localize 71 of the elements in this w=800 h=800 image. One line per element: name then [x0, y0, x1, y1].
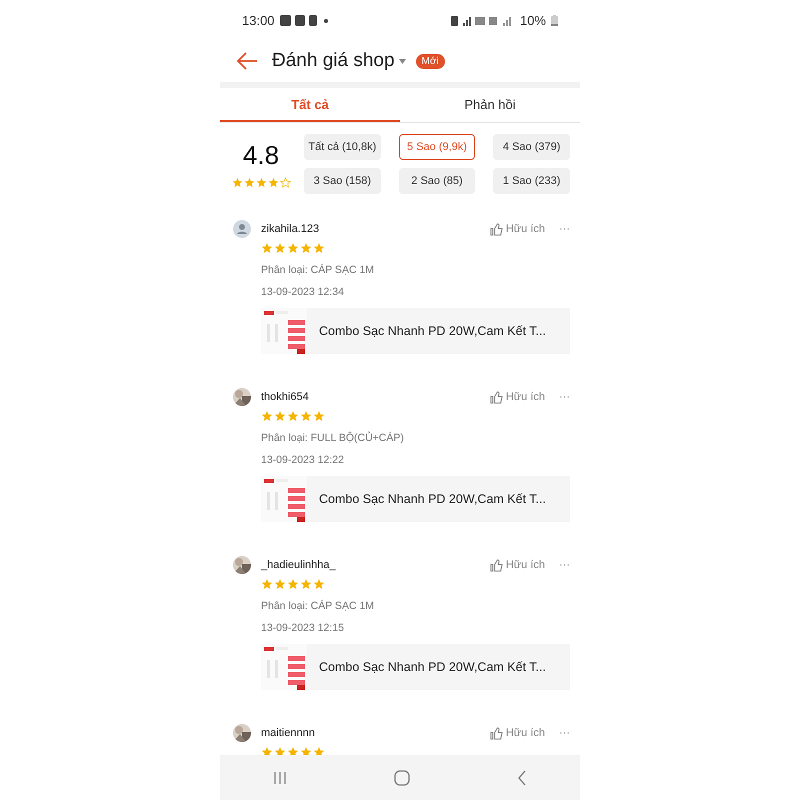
new-badge: Mới [416, 54, 445, 68]
rating-score: 4.8 [242, 140, 280, 171]
filter-chip[interactable]: 5 Sao (9,9k) [398, 134, 476, 160]
star-icon [300, 578, 312, 590]
star-icon [256, 177, 266, 188]
helpful-button[interactable]: Hữu ích [490, 222, 545, 236]
recent-apps-icon [273, 770, 288, 784]
back-icon [516, 770, 527, 786]
review-date: 13-09-2023 12:15 [261, 622, 345, 634]
more-button[interactable]: ··· [559, 727, 570, 739]
star-icon [300, 746, 312, 755]
star-icon [268, 177, 278, 188]
star-icon [261, 746, 273, 755]
more-button[interactable]: ··· [559, 223, 570, 235]
review-date: 13-09-2023 12:34 [261, 286, 345, 298]
variation-text: Phân loại: FULL BỘ(CỦ+CÁP) [261, 432, 405, 444]
helpful-button[interactable]: Hữu ích [490, 558, 545, 572]
star-icon [274, 410, 286, 422]
star-icon [313, 242, 325, 254]
star-icon [274, 242, 286, 254]
star-icon [300, 242, 312, 254]
star-icon [261, 410, 273, 422]
star-icon [287, 746, 299, 755]
page-title[interactable]: Đánh giá shop [272, 50, 395, 72]
dropdown-caret-icon[interactable] [398, 58, 406, 64]
helpful-button[interactable]: Hữu ích [490, 726, 545, 740]
filter-chip[interactable]: 4 Sao (379) [493, 134, 570, 160]
star-icon [287, 578, 299, 590]
filter-chip[interactable]: 1 Sao (233) [493, 168, 570, 194]
username: thokhi654 [261, 391, 310, 403]
review-date: 13-09-2023 12:22 [261, 454, 345, 466]
product-name: Combo Sạc Nhanh PD 20W,Cam Kết T... [319, 324, 546, 338]
more-button[interactable]: ··· [559, 391, 570, 403]
variation-text: Phân loại: CÁP SẠC 1M [261, 600, 376, 612]
star-icon [244, 177, 254, 188]
filter-chip[interactable]: 2 Sao (85) [398, 168, 476, 194]
thumbs-up-icon [490, 558, 503, 572]
helpful-button[interactable]: Hữu ích [490, 390, 545, 404]
filter-chip[interactable]: Tất cả (10,8k) [304, 134, 381, 160]
product-card[interactable]: Combo Sạc Nhanh PD 20W,Cam Kết T... [261, 308, 570, 354]
username: _hadieulinhha_ [261, 559, 337, 571]
thumbs-up-icon [490, 222, 503, 236]
star-icon [261, 578, 273, 590]
home-icon [394, 770, 410, 786]
star-icon [313, 746, 325, 755]
username: zikahila.123 [261, 223, 320, 235]
product-card[interactable]: Combo Sạc Nhanh PD 20W,Cam Kết T... [261, 644, 570, 690]
product-name: Combo Sạc Nhanh PD 20W,Cam Kết T... [319, 660, 546, 674]
star-icon [313, 578, 325, 590]
product-name: Combo Sạc Nhanh PD 20W,Cam Kết T... [319, 492, 546, 506]
battery-icon [551, 14, 558, 26]
avatar-icon [233, 220, 251, 238]
star-icon [232, 177, 242, 188]
thumbs-up-icon [490, 726, 503, 740]
star-icon [274, 746, 286, 755]
filter-chip[interactable]: 3 Sao (158) [304, 168, 381, 194]
star-icon [287, 410, 299, 422]
thumbs-up-icon [490, 390, 503, 404]
star-icon [287, 242, 299, 254]
star-icon [313, 410, 325, 422]
battery-percent: 10% [520, 12, 546, 28]
notification-icons [280, 14, 330, 26]
more-button[interactable]: ··· [559, 559, 570, 571]
back-arrow-icon [236, 52, 258, 70]
star-icon [274, 578, 286, 590]
variation-text: Phân loại: CÁP SẠC 1M [261, 264, 376, 276]
clock-time: 13:00 [242, 12, 275, 28]
star-icon [300, 410, 312, 422]
star-icon [261, 242, 273, 254]
username: maitiennnn [261, 727, 316, 739]
product-card[interactable]: Combo Sạc Nhanh PD 20W,Cam Kết T... [261, 476, 570, 522]
